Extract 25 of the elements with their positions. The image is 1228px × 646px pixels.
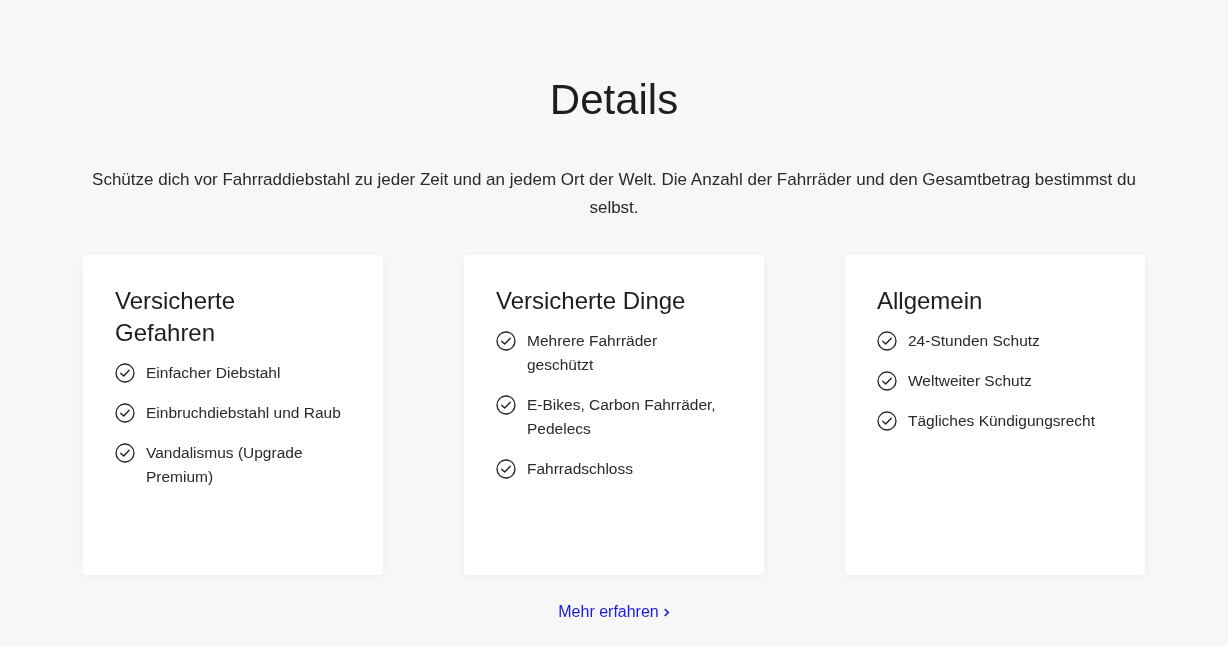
chevron-right-icon	[662, 606, 670, 618]
feature-text: Einfacher Diebstahl	[146, 363, 281, 383]
intro-paragraph: Schütze dich vor Fahrraddiebstahl zu jeder Zeit und an jedem Ort der Welt. Die Anzahl der Fahrräder und den Gesamtbetrag bestimmst du selbst.	[91, 169, 1137, 219]
check-circle-icon	[496, 459, 516, 479]
learn-more-link[interactable]: Mehr erfahren	[558, 603, 670, 621]
check-circle-icon	[496, 395, 516, 415]
check-circle-icon	[115, 403, 135, 423]
card-title: Versicherte Gefahren	[115, 286, 237, 348]
feature-text: Einbruchdiebstahl und Raub	[146, 403, 341, 423]
feature-text: Fahrradschloss	[527, 459, 633, 479]
check-circle-icon	[115, 363, 135, 383]
check-circle-icon	[115, 443, 135, 463]
check-circle-icon	[877, 331, 897, 351]
feature-text: Mehrere Fahrräder geschützt	[527, 331, 659, 375]
section-heading: Details	[549, 76, 679, 124]
feature-text: E-Bikes, Carbon Fahrräder, Pedelecs	[527, 395, 717, 439]
feature-text: 24-Stunden Schutz	[908, 331, 1040, 351]
card-title: Allgemein	[877, 286, 984, 316]
check-circle-icon	[877, 411, 897, 431]
feature-text: Vandalismus (Upgrade Premium)	[146, 443, 304, 487]
feature-text: Tägliches Kündigungsrecht	[908, 411, 1095, 431]
check-circle-icon	[496, 331, 516, 351]
feature-text: Weltweiter Schutz	[908, 371, 1032, 391]
card-title: Versicherte Dinge	[496, 286, 687, 316]
check-circle-icon	[877, 371, 897, 391]
